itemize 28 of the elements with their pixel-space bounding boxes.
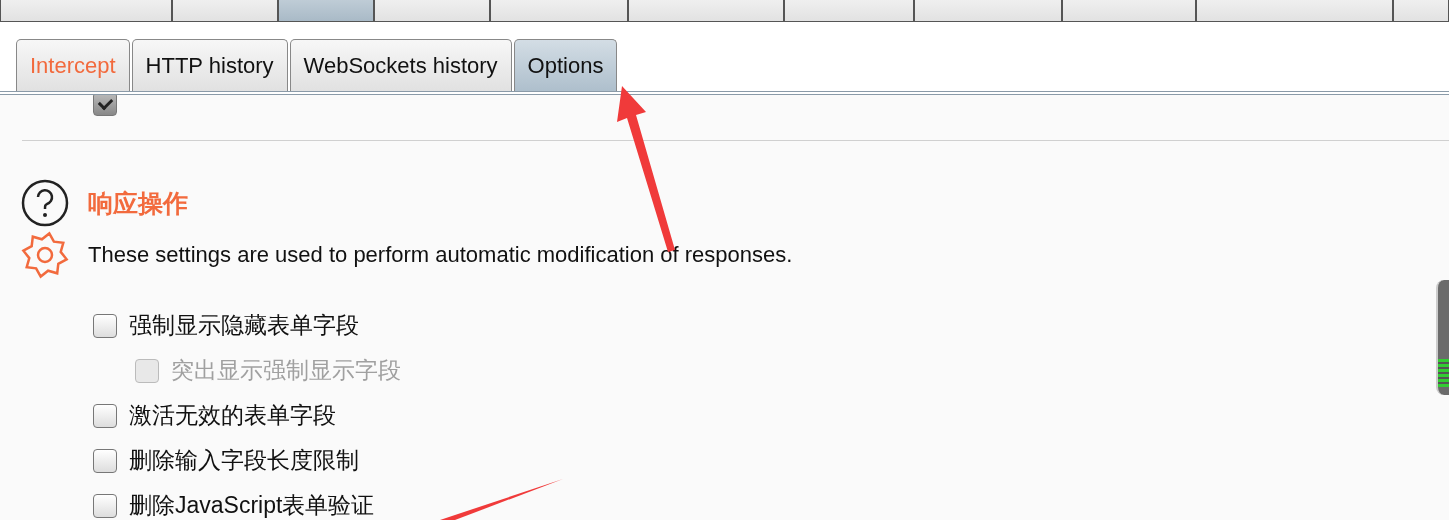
tab[interactable] [172, 0, 278, 22]
tab[interactable] [1393, 0, 1449, 22]
section-title: 响应操作 [88, 187, 188, 220]
checkbox[interactable] [93, 493, 117, 518]
tab[interactable] [278, 0, 374, 22]
checkbox-label: 强制显示隐藏表单字段 [129, 311, 359, 340]
checkbox[interactable] [93, 448, 117, 473]
tab[interactable] [784, 0, 914, 22]
settings-icon [20, 231, 70, 279]
checkbox-label: 突出显示强制显示字段 [171, 356, 401, 385]
checkbox[interactable] [93, 95, 117, 116]
checkbox-label: 激活无效的表单字段 [129, 401, 336, 430]
checkbox-label: 删除JavaScript表单验证 [129, 491, 375, 518]
tab[interactable] [374, 0, 490, 22]
tab[interactable] [0, 0, 172, 22]
tab[interactable]: HTTP history [131, 39, 288, 91]
tab[interactable] [914, 0, 1062, 22]
tab[interactable] [490, 0, 628, 22]
section-description: These settings are used to perform automatic modification of responses. [88, 242, 793, 268]
help-icon [20, 179, 70, 227]
tab[interactable] [628, 0, 784, 22]
tab[interactable]: WebSockets history [289, 39, 512, 91]
checkbox-label: 删除输入字段长度限制 [129, 446, 359, 475]
checkbox[interactable] [93, 403, 117, 428]
checkbox[interactable] [93, 313, 117, 338]
tab[interactable] [1196, 0, 1393, 22]
tab[interactable] [1062, 0, 1196, 22]
tab[interactable]: Options [513, 39, 618, 91]
